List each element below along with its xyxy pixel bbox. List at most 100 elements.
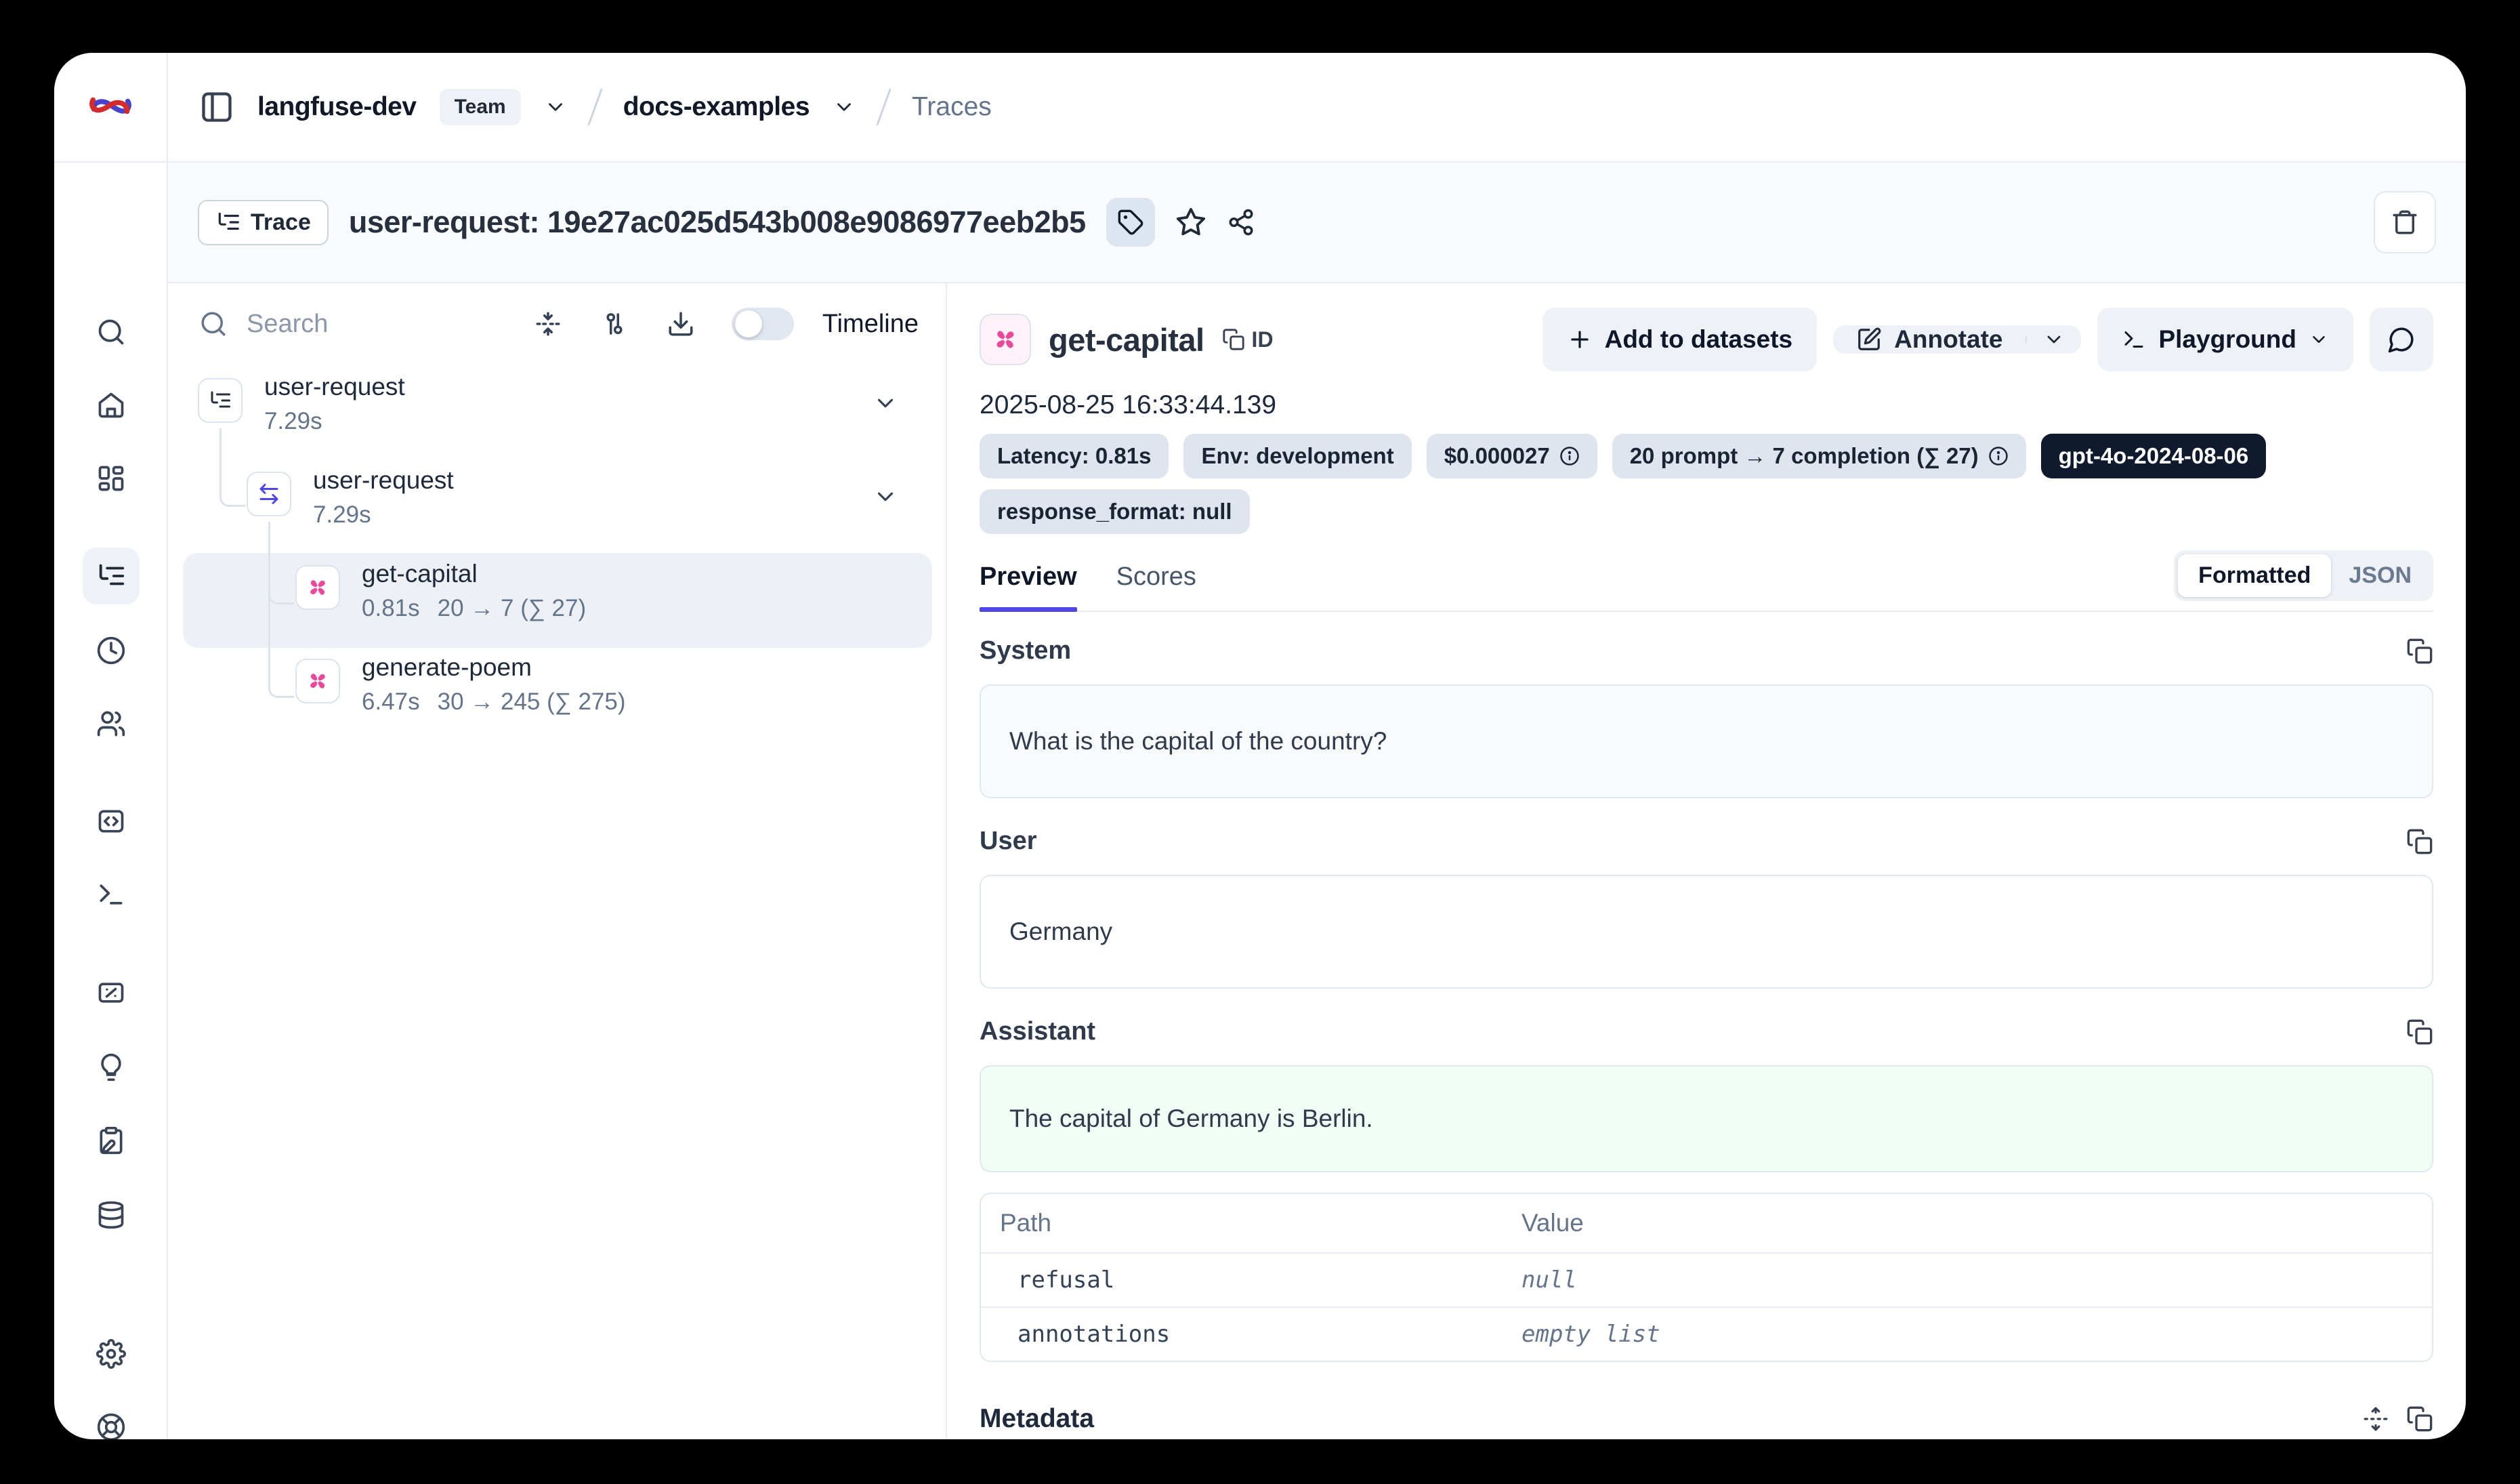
sidebar-support-icon[interactable] (96, 1412, 126, 1439)
view-options-button[interactable] (600, 310, 629, 338)
sidebar-annotation-icon[interactable] (96, 1126, 126, 1155)
system-message-text: What is the capital of the country? (1009, 727, 1387, 756)
bookmark-star-button[interactable] (1175, 207, 1206, 238)
tokens-badge[interactable]: 20 prompt → 7 completion (∑ 27) (1612, 434, 2026, 478)
download-button[interactable] (667, 310, 695, 338)
tree-row-tokens: 20 → 7 (∑ 27) (438, 595, 587, 622)
table-cell-value: empty list (1503, 1321, 2432, 1348)
annotate-dropdown-chevron[interactable] (2027, 325, 2081, 354)
metadata-title: Metadata (980, 1404, 1094, 1434)
breadcrumb-org[interactable]: langfuse-dev (257, 92, 417, 122)
table-row: annotations empty list (981, 1306, 2432, 1361)
generation-icon (305, 668, 331, 694)
share-button[interactable] (1227, 208, 1255, 236)
section-title: Assistant (980, 1017, 1095, 1046)
trace-title: user-request: 19e27ac025d543b008e9086977… (349, 205, 1086, 240)
sidebar-evals-icon[interactable] (96, 1052, 126, 1082)
breadcrumb-separator (876, 88, 891, 126)
copy-user-button[interactable] (2406, 828, 2433, 855)
generation-icon (305, 575, 331, 600)
tree-row-trace-root[interactable]: user-request 7.29s (168, 371, 947, 461)
logo-area (54, 53, 168, 161)
sidebar-collapse-icon[interactable] (199, 89, 234, 125)
trace-tree-panel: Search Timeline (168, 283, 947, 1439)
copy-icon (2406, 1018, 2433, 1046)
sidebar-dashboards-icon[interactable] (96, 463, 126, 493)
org-plan-badge: Team (440, 89, 521, 125)
tree-row-span[interactable]: user-request 7.29s (168, 465, 947, 554)
tab-preview[interactable]: Preview (980, 562, 1077, 611)
top-header: langfuse-dev Team docs-examples Traces (54, 53, 2466, 163)
detail-header: get-capital ID Add to datasets (980, 308, 2433, 371)
trace-header-bar: Trace user-request: 19e27ac025d543b008e9… (168, 163, 2466, 283)
tree-toolbar: Search Timeline (168, 283, 946, 358)
sidebar-datasets-icon[interactable] (96, 1200, 126, 1230)
latency-badge: Latency: 0.81s (980, 434, 1169, 478)
collapse-chevron-icon[interactable] (873, 390, 898, 416)
info-icon (1559, 446, 1580, 466)
tree-row-duration: 6.47s (362, 688, 420, 716)
copy-icon (2406, 638, 2433, 665)
table-cell-path: annotations (981, 1321, 1503, 1348)
comments-button[interactable] (2370, 308, 2433, 371)
cost-badge[interactable]: $0.000027 (1427, 434, 1597, 478)
tree-row-get-capital[interactable]: get-capital 0.81s20 → 7 (∑ 27) (168, 558, 947, 648)
detail-tabs: Preview Scores Formatted JSON (980, 550, 2433, 612)
env-badge: Env: development (1183, 434, 1411, 478)
tree-row-duration: 7.29s (264, 408, 322, 435)
tree-row-name: user-request (264, 373, 405, 401)
sidebar-prompts-icon[interactable] (96, 806, 126, 836)
breadcrumb-project[interactable]: docs-examples (623, 92, 810, 122)
playground-button[interactable]: Playground (2097, 308, 2353, 371)
delete-trace-button[interactable] (2374, 191, 2436, 253)
icon-sidebar (54, 163, 168, 1439)
tab-scores[interactable]: Scores (1116, 562, 1196, 611)
tree-row-tokens: 30 → 245 (∑ 275) (438, 688, 626, 716)
annotate-button[interactable]: Annotate (1833, 325, 2025, 354)
chevron-down-icon (2309, 329, 2329, 350)
trash-icon (2391, 208, 2419, 236)
tree-row-name: user-request (313, 466, 454, 495)
sidebar-playground-icon[interactable] (96, 880, 126, 909)
generation-icon (990, 325, 1020, 354)
sidebar-users-icon[interactable] (96, 709, 126, 739)
copy-system-button[interactable] (2406, 638, 2433, 665)
assistant-message-text: The capital of Germany is Berlin. (1009, 1105, 1373, 1133)
plus-icon (1567, 327, 1593, 352)
org-chevron-down-icon[interactable] (544, 96, 567, 119)
breadcrumb-page[interactable]: Traces (912, 92, 992, 122)
sidebar-tracing-icon-active[interactable] (83, 548, 140, 604)
table-header-path: Path (981, 1209, 1503, 1237)
sidebar-scores-icon[interactable] (96, 978, 126, 1008)
copy-id-button[interactable]: ID (1222, 327, 1274, 352)
expand-metadata-button[interactable] (2363, 1406, 2389, 1432)
chevron-down-icon (2043, 329, 2065, 350)
observation-detail-panel: get-capital ID Add to datasets (947, 283, 2466, 1439)
copy-assistant-button[interactable] (2406, 1018, 2433, 1046)
project-chevron-down-icon[interactable] (833, 96, 856, 119)
sidebar-home-icon[interactable] (96, 390, 126, 420)
tag-button[interactable] (1106, 198, 1155, 247)
tree-row-name: get-capital (362, 560, 478, 588)
timeline-toggle[interactable] (732, 308, 794, 340)
copy-metadata-button[interactable] (2406, 1405, 2433, 1433)
collapse-all-button[interactable] (534, 310, 562, 338)
toggle-knob (735, 310, 762, 337)
id-label: ID (1252, 327, 1274, 352)
tree-row-generate-poem[interactable]: generate-poem 6.47s30 → 245 (∑ 275) (168, 652, 947, 741)
tree-search-input[interactable]: Search (247, 310, 328, 339)
comment-bubble-icon (2387, 325, 2416, 354)
model-badge[interactable]: gpt-4o-2024-08-06 (2041, 434, 2267, 478)
tree-row-duration: 7.29s (313, 501, 371, 529)
format-json-option[interactable]: JSON (2331, 554, 2429, 597)
format-formatted-option[interactable]: Formatted (2178, 554, 2331, 597)
collapse-chevron-icon[interactable] (873, 484, 898, 510)
copy-icon (2406, 1405, 2433, 1433)
breadcrumb: langfuse-dev Team docs-examples Traces (168, 53, 2466, 161)
sidebar-settings-icon[interactable] (96, 1339, 126, 1369)
search-icon (199, 310, 228, 338)
annotate-button-group: Annotate (1833, 325, 2081, 354)
add-to-datasets-button[interactable]: Add to datasets (1542, 308, 1818, 371)
sidebar-sessions-icon[interactable] (96, 636, 126, 665)
sidebar-search-icon[interactable] (96, 317, 126, 347)
